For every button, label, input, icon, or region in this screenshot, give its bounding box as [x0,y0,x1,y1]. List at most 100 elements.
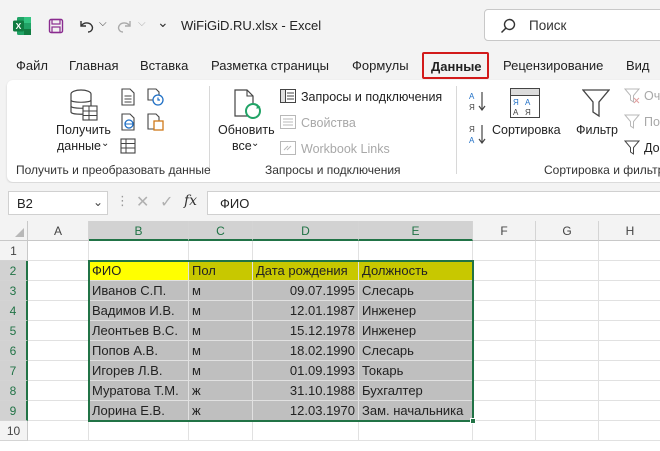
cell[interactable] [28,381,89,401]
cell[interactable] [599,261,660,281]
table-cell[interactable]: Попов А.В. [89,341,189,361]
cell[interactable] [473,281,536,301]
customize-qat-icon[interactable]: ⌄ [157,14,169,31]
from-table-icon[interactable] [120,138,136,154]
cell[interactable] [473,301,536,321]
select-all-button[interactable] [0,221,28,241]
tab-formulas[interactable]: Формулы [352,58,409,73]
cell[interactable] [599,321,660,341]
table-cell[interactable]: ж [189,381,253,401]
cell[interactable] [28,401,89,421]
tab-file[interactable]: Файл [16,58,48,73]
table-cell[interactable]: Инженер [359,321,473,341]
table-cell[interactable]: Леонтьев В.С. [89,321,189,341]
tab-page-layout[interactable]: Разметка страницы [211,58,329,73]
cell[interactable] [28,281,89,301]
undo-icon[interactable] [75,15,97,37]
refresh-dropdown-icon[interactable]: ⌄ [251,138,259,149]
sort-z-a-icon[interactable]: Я A [468,123,488,145]
table-cell[interactable]: Бухгалтер [359,381,473,401]
table-cell[interactable]: Лорина Е.В. [89,401,189,421]
formula-input[interactable]: ФИО [207,191,660,215]
advanced-filter-icon[interactable] [624,140,640,156]
cell[interactable] [536,261,599,281]
row-header-2[interactable]: 2 [0,261,28,281]
row-header-10[interactable]: 10 [0,421,28,441]
row-header-3[interactable]: 3 [0,281,28,301]
tab-data[interactable]: Данные [422,52,489,79]
enter-icon[interactable]: ✓ [160,192,173,212]
table-cell[interactable]: 15.12.1978 [253,321,359,341]
cell[interactable] [473,361,536,381]
table-cell[interactable]: 01.09.1993 [253,361,359,381]
advanced-filter-button[interactable]: До [644,141,660,155]
cancel-icon[interactable]: ✕ [136,192,149,212]
table-cell[interactable]: Инженер [359,301,473,321]
cell[interactable] [359,421,473,441]
sort-a-z-icon[interactable]: A Я [468,90,488,112]
refresh-all-label-2[interactable]: все [232,139,252,153]
column-header-f[interactable]: F [473,221,536,241]
cell[interactable] [473,261,536,281]
cell[interactable] [28,421,89,441]
cell[interactable] [599,421,660,441]
get-data-dropdown-icon[interactable]: ⌄ [101,138,109,149]
row-header-1[interactable]: 1 [0,241,28,261]
table-cell[interactable]: 09.07.1995 [253,281,359,301]
table-cell[interactable]: 12.01.1987 [253,301,359,321]
row-header-9[interactable]: 9 [0,401,28,421]
cell[interactable] [599,341,660,361]
search-box[interactable]: Поиск [484,9,660,41]
cell[interactable] [599,281,660,301]
table-cell[interactable]: м [189,321,253,341]
existing-connections-icon[interactable] [146,113,164,131]
cell[interactable] [189,241,253,261]
table-cell[interactable]: м [189,301,253,321]
fill-handle[interactable] [470,418,476,424]
recent-sources-icon[interactable] [146,88,164,106]
cell[interactable] [536,321,599,341]
from-text-icon[interactable] [120,88,136,106]
cell[interactable] [536,421,599,441]
refresh-all-icon[interactable] [231,88,263,122]
row-header-7[interactable]: 7 [0,361,28,381]
cell[interactable] [253,421,359,441]
cell[interactable] [359,241,473,261]
database-icon[interactable] [69,88,99,122]
cell[interactable] [536,281,599,301]
cell[interactable] [536,241,599,261]
table-cell[interactable]: Игорев Л.В. [89,361,189,381]
cell[interactable] [599,301,660,321]
column-header-g[interactable]: G [536,221,599,241]
undo-dropdown-icon[interactable]: ⌵ [99,18,107,29]
tab-home[interactable]: Главная [69,58,118,73]
sort-custom-icon[interactable]: Я A A Я [510,88,540,118]
cell[interactable] [28,321,89,341]
cell[interactable] [473,241,536,261]
column-header-e[interactable]: E [359,221,473,241]
save-icon[interactable] [45,15,67,37]
column-header-d[interactable]: D [253,221,359,241]
row-header-8[interactable]: 8 [0,381,28,401]
table-cell[interactable]: Иванов С.П. [89,281,189,301]
table-cell[interactable]: 31.10.1988 [253,381,359,401]
column-header-h[interactable]: H [599,221,660,241]
table-cell[interactable]: Токарь [359,361,473,381]
table-header-cell[interactable]: Пол [189,261,253,281]
cell[interactable] [473,381,536,401]
table-cell[interactable]: ж [189,401,253,421]
cell[interactable] [253,241,359,261]
cell[interactable] [599,361,660,381]
column-header-a[interactable]: A [28,221,89,241]
queries-connections-button[interactable]: Запросы и подключения [301,90,442,104]
worksheet-grid[interactable]: A B C D E F G H 1 2 3 4 5 6 7 8 9 10 ФИО Пол Дата рождения До… [0,221,660,451]
row-header-5[interactable]: 5 [0,321,28,341]
cell[interactable] [473,421,536,441]
cell[interactable] [89,241,189,261]
table-header-cell[interactable]: Должность [359,261,473,281]
cell[interactable] [473,401,536,421]
cell[interactable] [89,421,189,441]
cell[interactable] [536,381,599,401]
table-cell[interactable]: 12.03.1970 [253,401,359,421]
table-cell[interactable]: Зам. начальника [359,401,473,421]
